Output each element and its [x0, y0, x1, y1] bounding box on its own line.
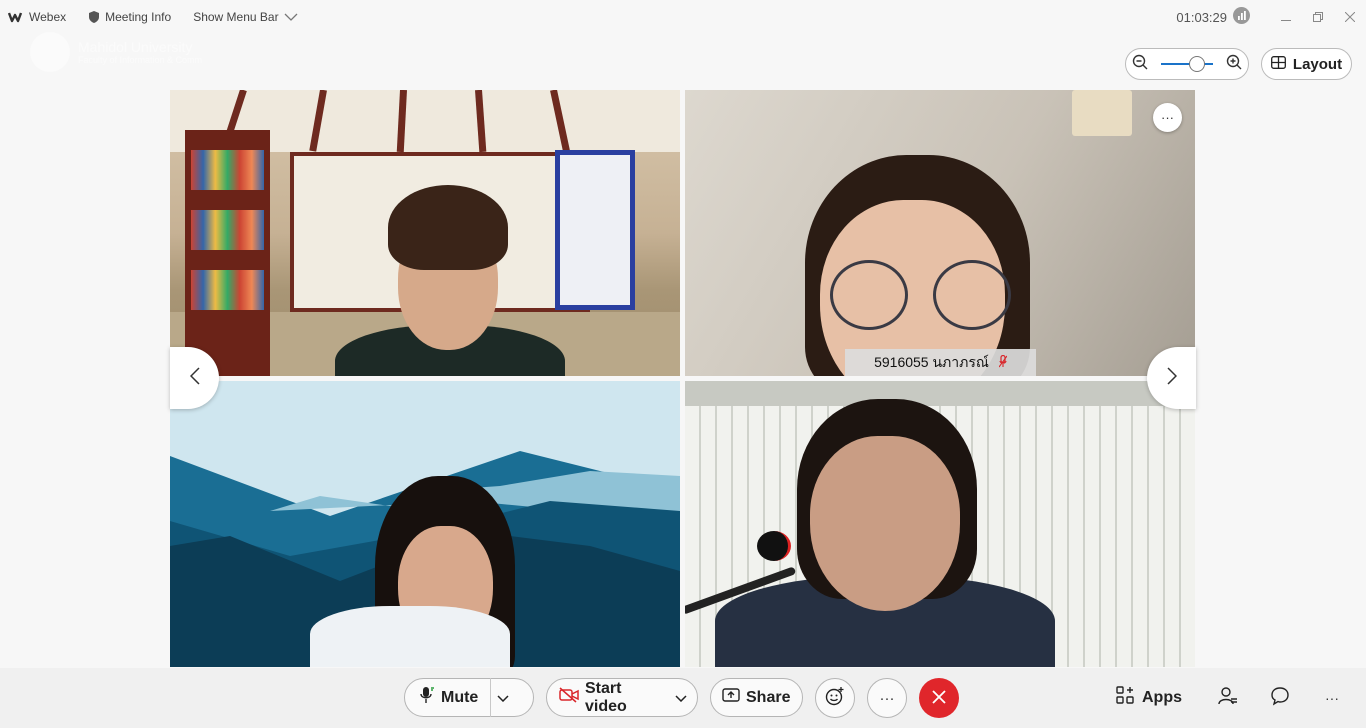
layout-button[interactable]: Layout	[1261, 48, 1352, 80]
blinds-rail	[685, 381, 1195, 406]
grid-layout-icon	[1270, 55, 1286, 73]
close-window-button[interactable]	[1334, 0, 1366, 34]
glasses-lens	[933, 260, 1011, 330]
minimize-icon	[1281, 10, 1291, 25]
participant-name-tag: 5916055 นภาภรณ์	[845, 349, 1036, 376]
mute-divider	[490, 678, 492, 717]
microphone-icon	[419, 686, 435, 709]
overflow-menu-button[interactable]: ···	[1320, 686, 1344, 710]
participant-name: 5916055 นภาภรณ์	[874, 353, 989, 370]
start-video-button[interactable]: Start video	[546, 678, 698, 717]
smiley-icon	[825, 686, 845, 710]
more-options-icon: ···	[1161, 110, 1174, 125]
chat-bubble-icon	[1270, 686, 1290, 711]
zoom-slider[interactable]	[1161, 56, 1213, 72]
tile-more-options-button[interactable]: ···	[1153, 103, 1182, 132]
network-stats-icon[interactable]	[1233, 7, 1250, 27]
apps-button[interactable]: Apps	[1116, 678, 1182, 717]
watermark-line1: Mahidol University	[78, 39, 193, 55]
meeting-info-label: Meeting Info	[105, 10, 172, 24]
meeting-controls-bar: Mute Start video Share ··· Apps ···	[0, 668, 1366, 728]
layout-label: Layout	[1292, 55, 1343, 73]
share-screen-icon	[722, 687, 740, 708]
show-menu-bar-label: Show Menu Bar	[193, 10, 279, 24]
meeting-info-button[interactable]: Meeting Info	[88, 10, 171, 24]
shelf-books	[191, 270, 264, 310]
glasses-lens	[830, 260, 908, 330]
zoom-control	[1125, 48, 1249, 80]
bookshelf	[185, 130, 270, 376]
microphone-head	[757, 531, 791, 561]
chat-button[interactable]	[1268, 686, 1292, 710]
video-off-icon	[559, 687, 579, 708]
shelf-books	[191, 210, 264, 250]
shelf-books	[191, 150, 264, 190]
participant-body	[310, 606, 510, 667]
chevron-left-icon	[189, 365, 200, 391]
university-logo	[30, 32, 70, 72]
more-options-icon: ···	[879, 689, 895, 707]
muted-mic-icon	[998, 354, 1008, 371]
webex-menu[interactable]: Webex	[8, 10, 66, 24]
watermark-line2: Faculty of Information & Comm	[78, 55, 203, 65]
mute-label: Mute	[441, 688, 479, 706]
restore-button[interactable]	[1302, 0, 1334, 34]
share-button[interactable]: Share	[710, 678, 803, 717]
app-name: Webex	[29, 10, 67, 24]
close-icon	[932, 688, 946, 709]
apps-label: Apps	[1142, 688, 1182, 706]
participants-button[interactable]	[1216, 686, 1240, 710]
video-tile-top-left[interactable]	[170, 90, 680, 376]
reactions-button[interactable]	[815, 678, 855, 718]
chevron-down-icon[interactable]	[497, 689, 509, 707]
participant-hair	[388, 185, 508, 270]
video-tile-bottom-left[interactable]	[170, 381, 680, 667]
shield-icon	[88, 10, 100, 24]
chevron-down-icon[interactable]	[675, 689, 687, 707]
minimize-button[interactable]	[1270, 0, 1302, 34]
leave-meeting-button[interactable]	[919, 678, 959, 718]
more-options-button[interactable]: ···	[867, 678, 907, 718]
participants-icon	[1218, 686, 1238, 711]
chevron-right-icon	[1166, 365, 1177, 391]
show-menu-bar-button[interactable]: Show Menu Bar	[193, 10, 298, 24]
webex-logo-icon	[8, 11, 24, 23]
close-icon	[1344, 10, 1356, 25]
video-tile-top-right[interactable]: ··· 5916055 นภาภรณ์	[685, 90, 1195, 376]
more-horizontal-icon: ···	[1325, 690, 1339, 706]
meeting-timer: 01:03:29	[1176, 9, 1227, 25]
university-watermark: Mahidol University Faculty of Informatio…	[30, 32, 202, 72]
sliding-door	[555, 150, 635, 310]
video-tile-bottom-right[interactable]	[685, 381, 1195, 667]
chevron-down-icon	[284, 13, 298, 21]
zoom-in-icon[interactable]	[1226, 54, 1242, 75]
zoom-slider-thumb[interactable]	[1189, 56, 1205, 72]
share-label: Share	[746, 688, 791, 706]
participant-face	[810, 436, 960, 611]
apps-icon	[1116, 686, 1134, 709]
start-video-label: Start video	[585, 679, 627, 715]
restore-icon	[1313, 10, 1323, 25]
zoom-out-icon[interactable]	[1132, 54, 1148, 75]
air-conditioner	[1072, 90, 1132, 136]
title-bar: Webex Meeting Info Show Menu Bar 01:03:2…	[0, 0, 1366, 34]
mute-button[interactable]: Mute	[404, 678, 534, 717]
